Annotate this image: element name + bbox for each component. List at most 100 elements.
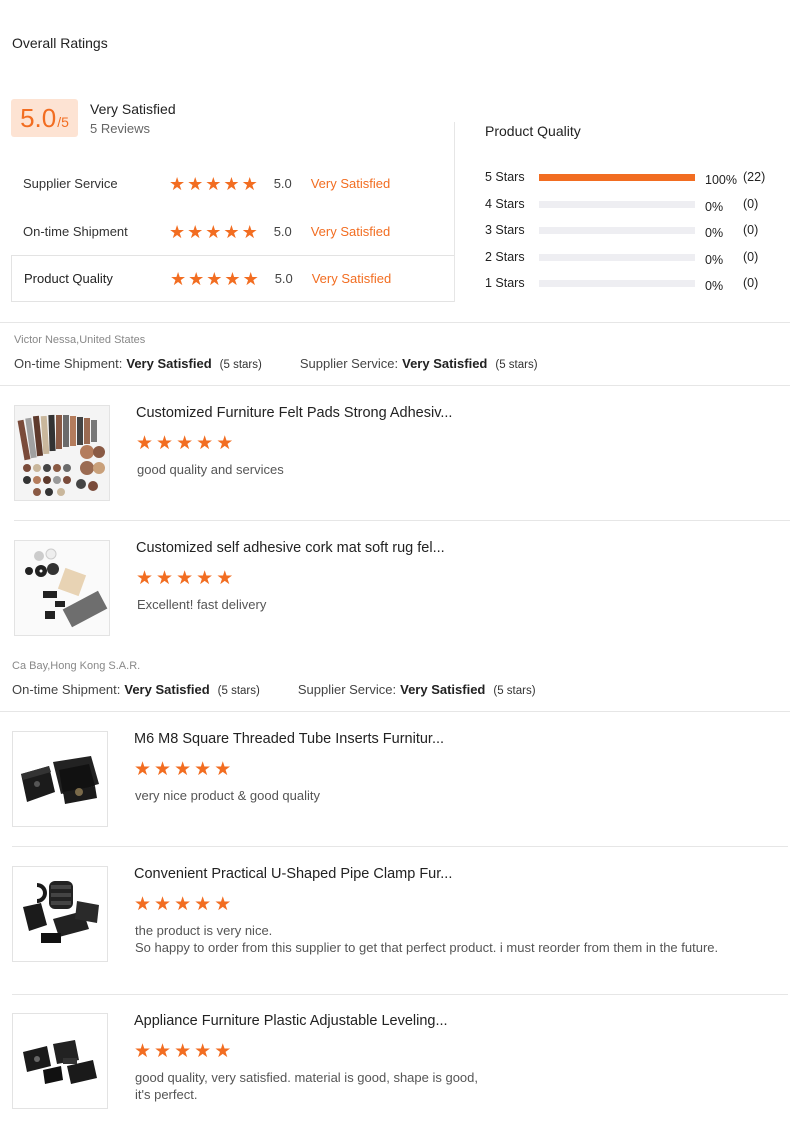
- category-row-on-time-shipment[interactable]: On-time Shipment ★ ★ ★ ★ ★ 5.0 Very Satisfie…: [11, 208, 455, 255]
- category-name: Product Quality: [24, 271, 113, 286]
- distribution-bar: [539, 279, 695, 287]
- cork-mat-image[interactable]: [14, 540, 110, 636]
- star-icon: ★: [196, 433, 214, 454]
- star-icon: ★: [187, 173, 204, 194]
- item-title[interactable]: Appliance Furniture Plastic Adjustable L…: [134, 1013, 448, 1029]
- category-row-supplier-service[interactable]: Supplier Service ★ ★ ★ ★ ★ 5.0 Very Satisfie…: [11, 160, 455, 207]
- distribution-label: 1 Stars: [485, 276, 525, 290]
- item-title[interactable]: Convenient Practical U-Shaped Pipe Clamp…: [134, 866, 452, 882]
- category-stars: ★ ★ ★ ★ ★: [169, 175, 258, 193]
- star-icon: ★: [224, 268, 241, 289]
- distribution-bar-fill: [539, 173, 695, 181]
- divider: [0, 385, 790, 386]
- panel-divider: [454, 122, 455, 302]
- distribution-percent: 0%: [705, 200, 724, 214]
- category-name: On-time Shipment: [23, 224, 128, 239]
- distribution-row[interactable]: 5 Stars 100% (22): [485, 169, 766, 187]
- shipment-label: On-time Shipment:: [12, 682, 121, 697]
- item-comment-continued: So happy to order from this supplier to …: [135, 940, 719, 955]
- distribution-label: 4 Stars: [485, 197, 525, 211]
- star-icon: ★: [206, 268, 223, 289]
- divider: [12, 846, 788, 847]
- item-stars: ★ ★ ★ ★ ★: [134, 1042, 231, 1061]
- divider: [14, 520, 790, 521]
- star-icon: ★: [134, 759, 152, 780]
- star-icon: ★: [154, 1041, 172, 1062]
- star-icon: ★: [205, 221, 222, 242]
- item-title[interactable]: Customized Furniture Felt Pads Strong Ad…: [136, 405, 452, 421]
- review-ratings-line: On-time Shipment: Very Satisfied (5 star…: [14, 356, 538, 371]
- overall-satisfaction-label: Very Satisfied: [90, 101, 176, 117]
- item-comment-continued: it's perfect.: [135, 1087, 198, 1102]
- star-icon: ★: [196, 568, 214, 589]
- star-icon: ★: [176, 433, 194, 454]
- item-comment: good quality, very satisfied. material i…: [135, 1070, 479, 1085]
- item-comment: good quality and services: [137, 462, 284, 477]
- star-icon: ★: [194, 894, 212, 915]
- distribution-percent: 0%: [705, 253, 724, 267]
- item-comment: very nice product & good quality: [135, 788, 320, 803]
- category-score: 5.0: [273, 176, 292, 191]
- star-icon: ★: [174, 894, 192, 915]
- distribution-count: (0): [743, 197, 759, 211]
- distribution-row[interactable]: 3 Stars 0% (0): [485, 222, 758, 240]
- category-stars: ★ ★ ★ ★ ★: [170, 270, 259, 288]
- distribution-title: Product Quality: [485, 123, 581, 139]
- overall-score-badge: 5.0 /5: [11, 99, 78, 137]
- item-stars: ★ ★ ★ ★ ★: [136, 434, 233, 453]
- tube-inserts-image[interactable]: [12, 731, 108, 827]
- item-title[interactable]: Customized self adhesive cork mat soft r…: [136, 540, 445, 556]
- star-icon: ★: [170, 268, 187, 289]
- distribution-bar: [539, 200, 695, 208]
- item-title[interactable]: M6 M8 Square Threaded Tube Inserts Furni…: [134, 731, 444, 747]
- star-icon: ★: [154, 894, 172, 915]
- leveling-feet-image[interactable]: [12, 1013, 108, 1109]
- star-icon: ★: [194, 1041, 212, 1062]
- category-score: 5.0: [274, 271, 293, 286]
- shipment-stars: (5 stars): [217, 685, 260, 697]
- service-value: Very Satisfied: [402, 356, 488, 371]
- star-icon: ★: [174, 1041, 192, 1062]
- felt-pads-image[interactable]: [14, 405, 110, 501]
- distribution-percent: 0%: [705, 226, 724, 240]
- star-icon: ★: [169, 221, 186, 242]
- pipe-clamp-image[interactable]: [12, 866, 108, 962]
- star-icon: ★: [214, 894, 232, 915]
- star-icon: ★: [194, 759, 212, 780]
- distribution-bar: [539, 226, 695, 234]
- category-row-product-quality[interactable]: Product Quality ★ ★ ★ ★ ★ 5.0 Very Satisfied: [11, 255, 455, 302]
- service-stars: (5 stars): [493, 685, 536, 697]
- item-comment: Excellent! fast delivery: [137, 597, 267, 612]
- overall-score-max: /5: [57, 114, 69, 130]
- star-icon: ★: [187, 221, 204, 242]
- star-icon: ★: [156, 568, 174, 589]
- distribution-row[interactable]: 4 Stars 0% (0): [485, 196, 759, 214]
- star-icon: ★: [154, 759, 172, 780]
- service-value: Very Satisfied: [400, 682, 486, 697]
- category-score: 5.0: [273, 224, 292, 239]
- service-stars: (5 stars): [495, 359, 538, 371]
- star-icon: ★: [176, 568, 194, 589]
- star-icon: ★: [174, 759, 192, 780]
- distribution-count: (22): [743, 170, 766, 184]
- star-icon: ★: [216, 433, 234, 454]
- star-icon: ★: [205, 173, 222, 194]
- distribution-row[interactable]: 1 Stars 0% (0): [485, 275, 758, 293]
- divider: [12, 994, 788, 995]
- shipment-stars: (5 stars): [219, 359, 262, 371]
- star-icon: ★: [216, 568, 234, 589]
- star-icon: ★: [242, 268, 259, 289]
- overall-score: 5.0: [20, 103, 57, 133]
- star-icon: ★: [134, 1041, 152, 1062]
- page-title: Overall Ratings: [12, 35, 108, 51]
- divider: [0, 711, 790, 712]
- shipment-value: Very Satisfied: [126, 356, 212, 371]
- category-name: Supplier Service: [23, 176, 118, 191]
- star-icon: ★: [188, 268, 205, 289]
- review-ratings-line: On-time Shipment: Very Satisfied (5 star…: [12, 682, 536, 697]
- item-stars: ★ ★ ★ ★ ★: [136, 569, 233, 588]
- star-icon: ★: [241, 221, 258, 242]
- distribution-row[interactable]: 2 Stars 0% (0): [485, 249, 758, 267]
- service-label: Supplier Service:: [297, 682, 397, 697]
- star-icon: ★: [136, 433, 154, 454]
